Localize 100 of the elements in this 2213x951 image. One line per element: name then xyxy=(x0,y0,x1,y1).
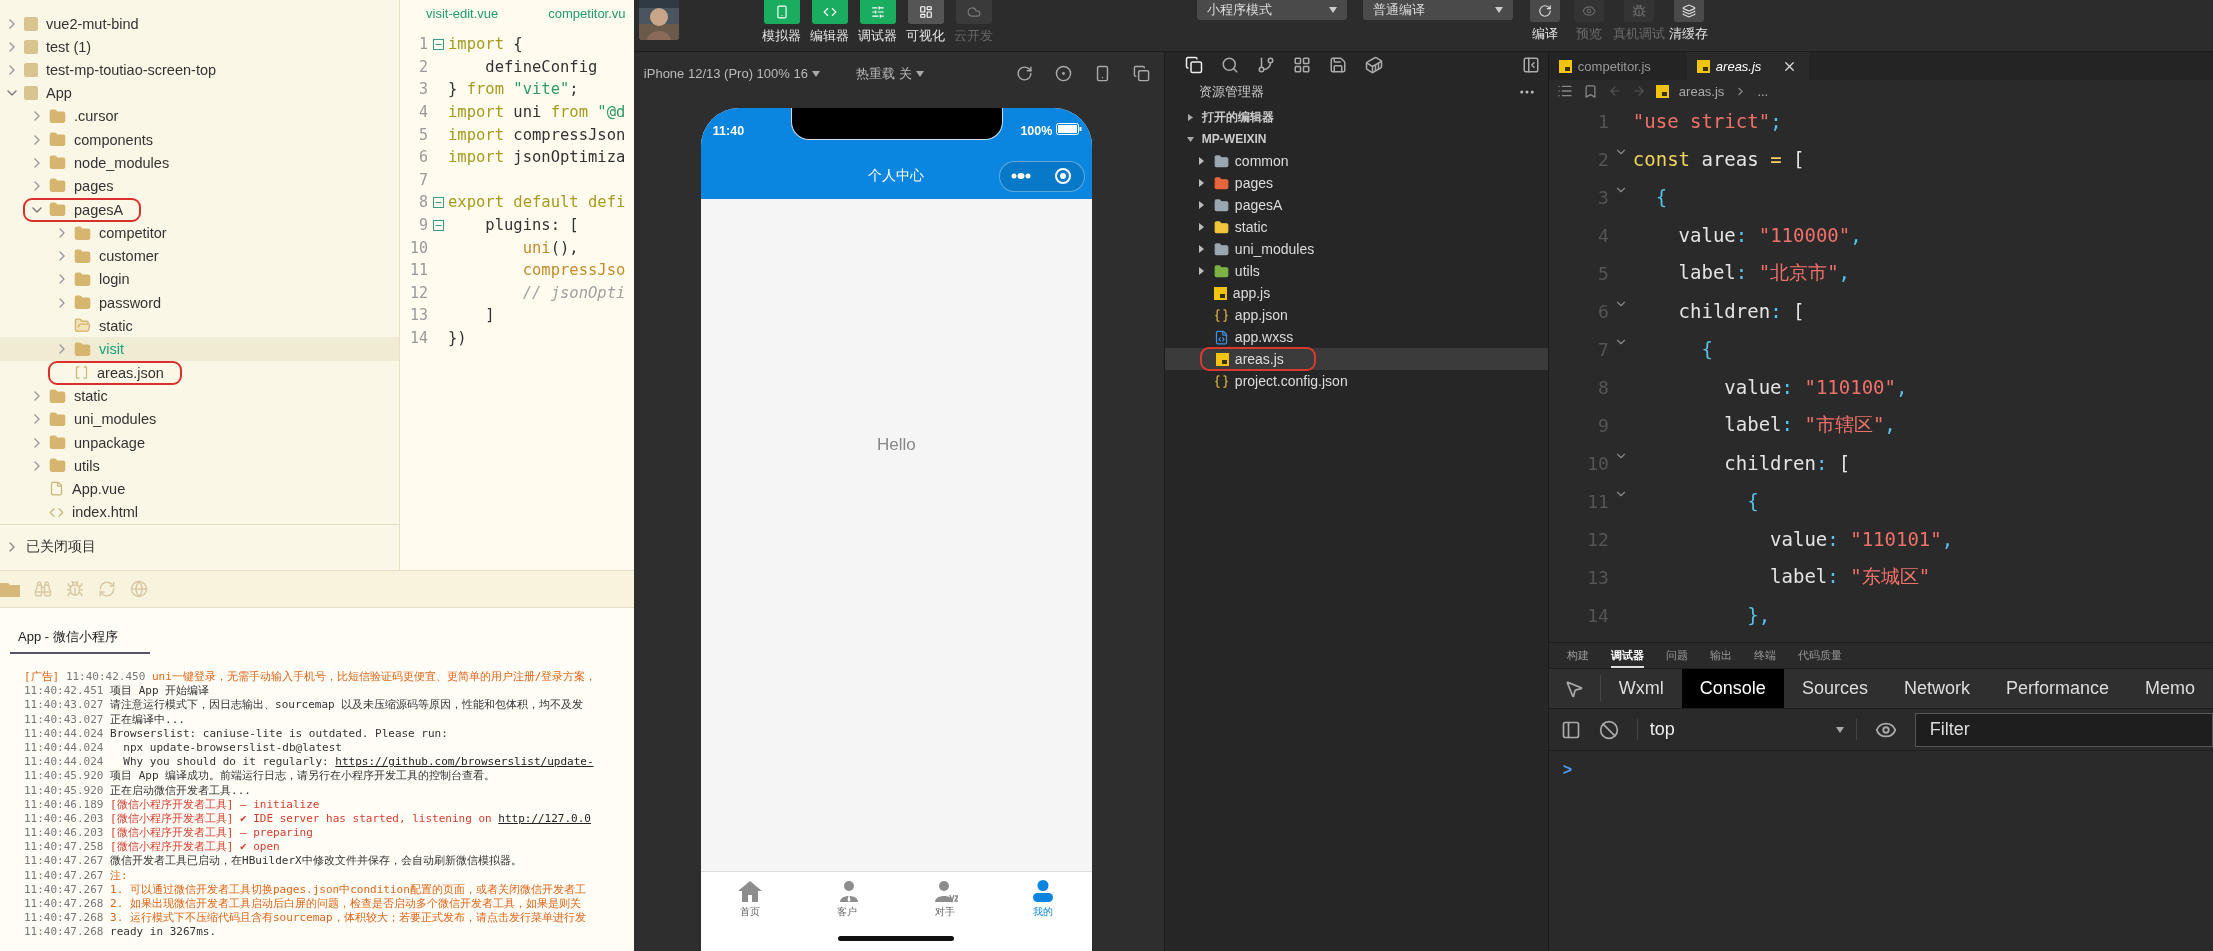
container-icon[interactable] xyxy=(1364,56,1383,74)
devtools-tab[interactable]: Console xyxy=(1681,669,1784,708)
file-name: pages xyxy=(1234,175,1273,191)
tree-item[interactable]: components xyxy=(0,127,399,152)
explorer-item[interactable]: pagesA xyxy=(1164,194,1548,216)
tree-item-label: utils xyxy=(74,457,100,474)
tree-item[interactable]: competitor xyxy=(0,221,399,245)
panel-tab[interactable]: 输出 xyxy=(1709,643,1732,668)
tree-item[interactable]: .cursor xyxy=(0,104,399,128)
log-line: 11:40:47.267 1. 可以通过微信开发者工具切换pages.json中condition配置的页面，或者关闭微信开发者工 xyxy=(24,882,587,897)
explorer-section[interactable]: MP-WEIXIN xyxy=(1164,128,1548,150)
sidebar-icon[interactable] xyxy=(1560,719,1581,740)
explorer-item[interactable]: pages xyxy=(1164,172,1548,194)
explorer-item[interactable]: app.json xyxy=(1164,304,1548,326)
globe-icon xyxy=(130,580,148,598)
grid-icon[interactable] xyxy=(1292,56,1311,74)
toolbar-button[interactable]: 编译 xyxy=(1522,0,1567,43)
tree-item[interactable]: static xyxy=(0,384,399,408)
project-icon xyxy=(24,16,38,31)
tab-bar-item[interactable]: 客户 xyxy=(798,872,897,925)
tree-item[interactable]: areas.json xyxy=(0,360,399,385)
devtools-tab[interactable]: Network xyxy=(1885,669,1988,708)
code-line: { xyxy=(1654,186,1668,208)
project-icon xyxy=(24,62,38,77)
log-link[interactable]: http://127.0.0 xyxy=(498,811,591,825)
tree-item[interactable]: test (1) xyxy=(0,35,399,59)
toolbar-button[interactable]: 模拟器 xyxy=(758,0,805,45)
tab-bar-item[interactable]: 首页 xyxy=(700,872,799,925)
fold-icon xyxy=(432,196,444,208)
panel-tab[interactable]: 代码质量 xyxy=(1797,643,1842,668)
search-icon[interactable] xyxy=(1220,56,1239,74)
tab-bar-item[interactable]: 我的 xyxy=(994,872,1092,925)
tree-item[interactable]: App xyxy=(0,81,399,105)
hot-reload-select[interactable]: 热重载 关 xyxy=(855,64,924,83)
bookmark-icon[interactable] xyxy=(1582,83,1598,99)
tree-item-label: vue2-mut-bind xyxy=(46,15,139,32)
save-icon[interactable] xyxy=(1328,56,1347,74)
clear-icon[interactable] xyxy=(1598,719,1619,740)
explorer-item[interactable]: app.js xyxy=(1164,282,1548,304)
windows-icon[interactable] xyxy=(1132,65,1150,82)
panel-tab[interactable]: 终端 xyxy=(1753,643,1776,668)
layers-icon xyxy=(1681,4,1696,18)
tree-item[interactable]: password xyxy=(0,291,399,315)
devtools-tab[interactable]: Memo xyxy=(2127,669,2213,708)
devtools-tab[interactable]: Wxml xyxy=(1600,669,1682,708)
tree-item[interactable]: index.html xyxy=(0,500,399,524)
output-tab[interactable]: App - 微信小程序 xyxy=(10,628,150,654)
code-line: value: "110100", xyxy=(1723,376,1908,398)
tree-item[interactable]: login xyxy=(0,267,399,292)
line-number: 7 xyxy=(417,170,428,189)
tree-item[interactable]: uni_modules xyxy=(0,407,399,431)
tree-item[interactable]: vue2-mut-bind xyxy=(0,12,399,36)
editor-tab[interactable]: areas.js xyxy=(1686,52,1809,80)
toolbar-button[interactable]: 编辑器 xyxy=(806,0,853,45)
mode-select[interactable]: 小程序模式 xyxy=(1196,0,1347,20)
panel-tab[interactable]: 问题 xyxy=(1665,643,1688,668)
binoculars-icon xyxy=(34,580,52,598)
caret-icon xyxy=(1494,7,1503,13)
bug-icon xyxy=(66,580,84,598)
collapse-panel-icon[interactable] xyxy=(1521,56,1540,74)
tab-bar-item[interactable]: 对手 xyxy=(896,872,995,925)
tree-item[interactable]: test-mp-toutiao-screen-top xyxy=(0,58,399,82)
context-select[interactable]: top xyxy=(1636,719,1857,740)
tree-item[interactable]: App.vue xyxy=(0,477,399,501)
bug-icon xyxy=(1631,4,1646,18)
explorer-item[interactable]: common xyxy=(1164,150,1548,172)
devtools-tab[interactable]: Sources xyxy=(1783,669,1886,708)
capsule-button[interactable] xyxy=(998,160,1085,192)
tree-item[interactable]: pages xyxy=(0,174,399,198)
breadcrumb[interactable]: areas.js xyxy=(1678,83,1725,99)
caret-icon xyxy=(811,70,820,77)
explorer-item[interactable]: utils xyxy=(1164,260,1548,282)
explorer-item[interactable]: uni_modules xyxy=(1164,238,1548,260)
explorer-item[interactable]: app.wxss xyxy=(1164,326,1548,348)
tree-item[interactable]: unpackage xyxy=(0,431,399,455)
tree-item[interactable]: static xyxy=(0,314,399,338)
toolbar-button[interactable]: 调试器 xyxy=(854,0,901,45)
toolbar-button[interactable]: 清缓存 xyxy=(1666,0,1711,43)
refresh-icon[interactable] xyxy=(1015,65,1033,82)
explorer-item[interactable]: project.config.json xyxy=(1164,370,1548,392)
tree-item[interactable]: utils xyxy=(0,454,399,478)
files-icon[interactable] xyxy=(1184,56,1203,74)
tree-item[interactable]: customer xyxy=(0,244,399,268)
panel-tab[interactable]: 构建 xyxy=(1566,643,1589,668)
toolbar-button[interactable]: 可视化 xyxy=(902,0,949,45)
log-link[interactable]: https://github.com/browserslist/update- xyxy=(335,755,594,769)
tree-item[interactable]: node_modules xyxy=(0,151,399,175)
compile-select[interactable]: 普通编译 xyxy=(1362,0,1513,20)
list-icon[interactable] xyxy=(1556,83,1573,99)
devtools-tab[interactable]: Performance xyxy=(1987,669,2127,708)
branch-icon[interactable] xyxy=(1256,56,1275,74)
explorer-item[interactable]: areas.js xyxy=(1164,348,1548,370)
explorer-section[interactable]: 打开的编辑器 xyxy=(1164,106,1548,128)
record-icon[interactable] xyxy=(1054,65,1072,82)
folder-icon xyxy=(49,107,66,125)
explorer-item[interactable]: static xyxy=(1164,216,1548,238)
tree-item[interactable]: pagesA xyxy=(0,197,399,222)
breadcrumb[interactable]: ... xyxy=(1757,83,1769,99)
device-select[interactable]: iPhone 12/13 (Pro) 100% 16 xyxy=(643,66,820,81)
filter-field[interactable]: Filter xyxy=(1914,712,2213,747)
